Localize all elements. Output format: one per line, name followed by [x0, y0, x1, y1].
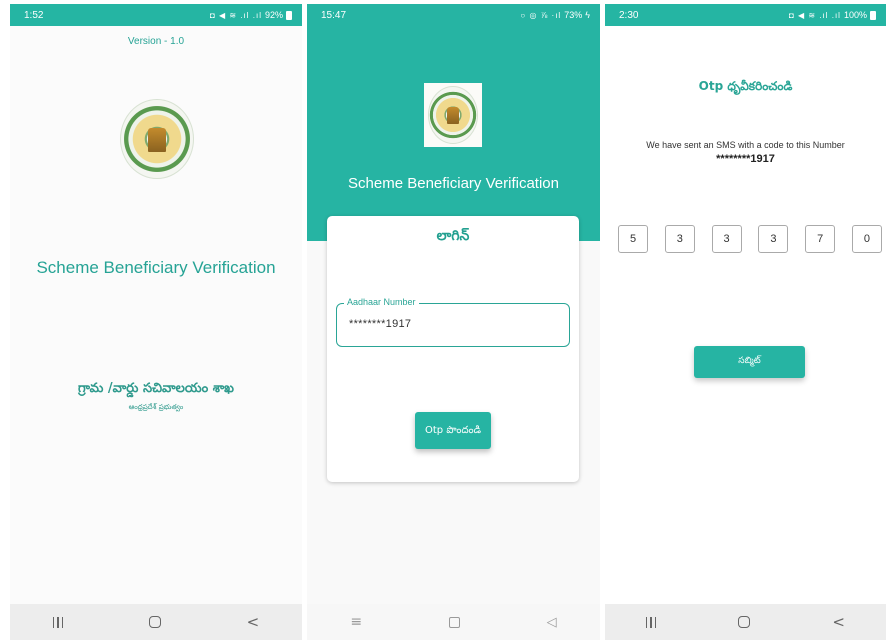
otp-input-group: 5 3 3 3 7 0	[618, 225, 882, 253]
login-title: లాగిన్	[436, 228, 470, 244]
status-bar: 2:30 ◘ ◀ ≋ .ıl .ıl 100%	[605, 4, 886, 26]
recents-icon[interactable]	[52, 616, 64, 628]
charging-icon: ϟ	[585, 10, 590, 20]
battery-icon	[286, 10, 292, 20]
home-icon[interactable]	[148, 616, 161, 628]
get-otp-button[interactable]: Otp పొందండి	[415, 412, 491, 449]
otp-digit-input[interactable]: 3	[758, 225, 789, 253]
navigation-bar: <	[10, 604, 302, 640]
app-title: Scheme Beneficiary Verification	[36, 258, 276, 277]
department-name: గ్రామ /వార్డు సచివాలయం శాఖ	[78, 381, 234, 396]
status-bar: 1:52 ◘ ◀ ≋ .ıl .ıl 92%	[10, 4, 302, 26]
navigation-bar: <	[605, 604, 886, 640]
emblem-frame	[424, 83, 482, 147]
login-card: లాగిన్ Aadhaar Number ********1917 Otp ప…	[327, 216, 579, 482]
otp-digit-input[interactable]: 7	[805, 225, 836, 253]
menu-icon[interactable]: ≡	[350, 614, 362, 630]
home-icon[interactable]	[448, 616, 460, 628]
status-time: 2:30	[619, 9, 639, 21]
aadhaar-value: ********1917	[349, 318, 412, 330]
status-icons: ◘ ◀ ≋ .ıl .ıl	[209, 10, 262, 20]
battery-percent: 100%	[843, 10, 867, 20]
status-icons: ○ ◎ ⅞ ·ıl	[520, 10, 562, 20]
recents-icon[interactable]	[645, 616, 657, 628]
otp-verification-screen: 2:30 ◘ ◀ ≋ .ıl .ıl 100% Otp ధృవీకరించండి…	[605, 4, 886, 640]
otp-digit-input[interactable]: 3	[711, 225, 742, 253]
back-icon[interactable]: <	[832, 613, 845, 631]
battery-icon	[870, 10, 876, 20]
otp-heading: Otp ధృవీకరించండి	[698, 79, 793, 93]
login-screen: 15:47 ○ ◎ ⅞ ·ıl 73% ϟ Scheme Beneficiary…	[307, 4, 600, 640]
battery-percent: 73%	[564, 10, 583, 20]
back-icon[interactable]: ◁	[547, 615, 557, 630]
status-icons: ◘ ◀ ≋ .ıl .ıl	[788, 10, 841, 20]
ap-government-emblem-icon	[120, 99, 194, 179]
header-title: Scheme Beneficiary Verification	[348, 175, 559, 192]
masked-phone-number: ********1917	[716, 153, 775, 165]
ap-government-emblem-icon	[428, 86, 478, 144]
splash-screen: 1:52 ◘ ◀ ≋ .ıl .ıl 92% Version - 1.0 Sch…	[10, 4, 302, 640]
otp-digit-input[interactable]: 5	[618, 225, 648, 253]
status-time: 15:47	[321, 9, 347, 21]
home-icon[interactable]	[738, 616, 751, 628]
submit-button[interactable]: సబ్మిట్	[694, 346, 805, 378]
battery-percent: 92%	[264, 10, 283, 20]
status-time: 1:52	[24, 9, 44, 21]
aadhaar-number-input[interactable]: Aadhaar Number ********1917	[336, 297, 570, 347]
otp-digit-input[interactable]: 0	[851, 225, 882, 253]
app-version: Version - 1.0	[127, 36, 185, 47]
status-bar: 15:47 ○ ◎ ⅞ ·ıl 73% ϟ	[307, 4, 600, 26]
navigation-bar: ≡ ◁	[307, 604, 600, 640]
back-icon[interactable]: <	[247, 613, 260, 631]
department-subtitle: ఆంధ్రప్రదేశ్ ప్రభుత్వం	[128, 403, 184, 411]
aadhaar-label: Aadhaar Number	[344, 297, 419, 307]
otp-digit-input[interactable]: 3	[664, 225, 695, 253]
sms-info-text: We have sent an SMS with a code to this …	[646, 140, 845, 150]
